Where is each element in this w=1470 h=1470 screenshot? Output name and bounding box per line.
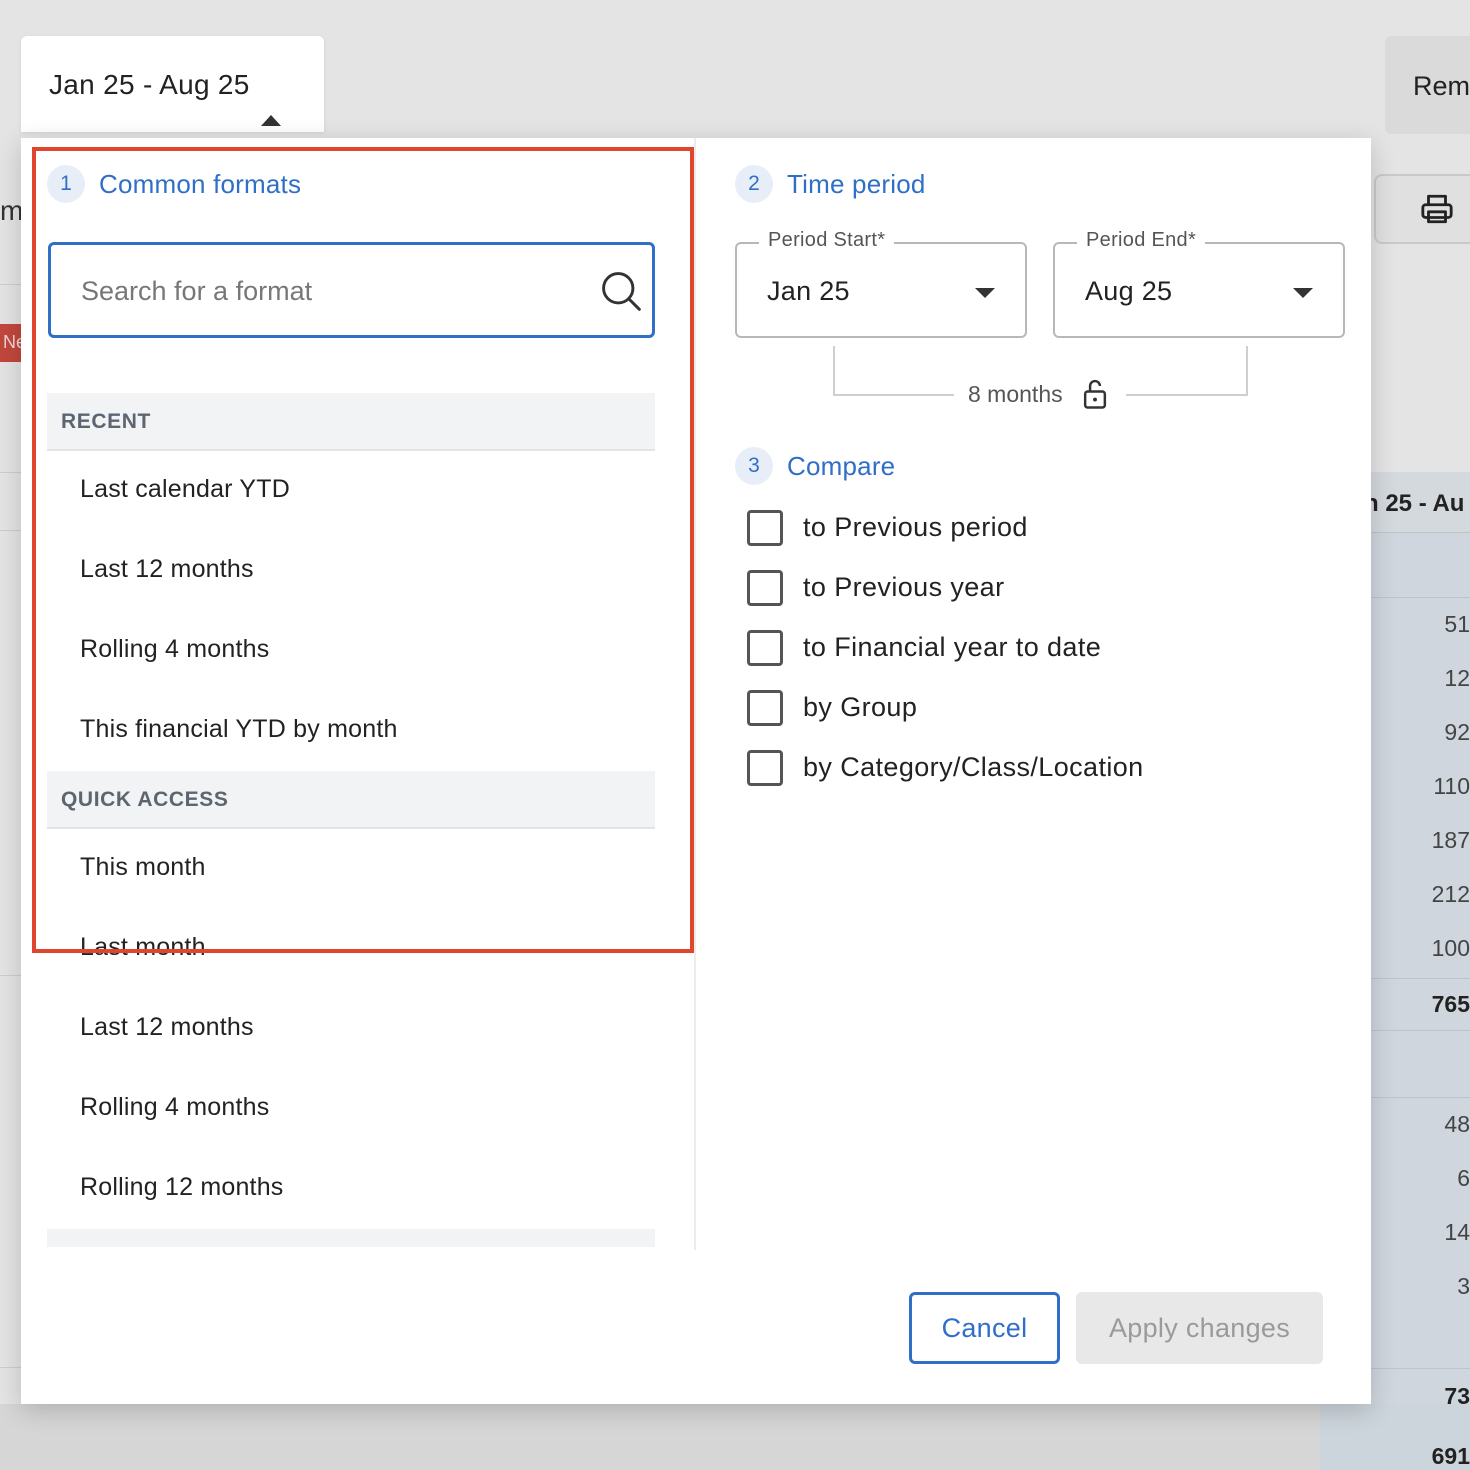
background-divider (1370, 1030, 1470, 1031)
background-divider (1370, 532, 1470, 533)
compare-option-label: by Group (803, 692, 918, 722)
cancel-button[interactable]: Cancel (909, 1292, 1060, 1364)
background-divider (0, 530, 22, 531)
date-range-label: Jan 25 - Aug 25 (49, 69, 250, 100)
format-item[interactable]: This month (47, 829, 655, 909)
background-divider (0, 975, 22, 976)
format-item[interactable]: Last month (47, 909, 655, 989)
format-item[interactable]: Rolling 4 months (47, 1069, 655, 1149)
section-heading-recent: RECENT (47, 393, 655, 451)
background-divider (0, 284, 22, 285)
background-divider (1370, 1368, 1470, 1369)
section-heading-next (47, 1229, 655, 1247)
checkbox[interactable] (747, 690, 783, 726)
background-value: 92 (1444, 719, 1470, 745)
compare-option-label: by Category/Class/Location (803, 752, 1144, 782)
printer-icon (1421, 194, 1453, 224)
period-start-value: Jan 25 (767, 276, 850, 306)
format-search-input[interactable] (81, 271, 581, 311)
format-item[interactable]: This financial YTD by month (47, 691, 655, 771)
format-search-box[interactable] (48, 242, 655, 338)
unlock-icon[interactable] (1082, 378, 1108, 410)
background-value: 6 (1457, 1165, 1470, 1191)
chevron-down-icon (975, 288, 995, 298)
format-item[interactable]: Last 12 months (47, 989, 655, 1069)
background-value: 187 (1431, 827, 1470, 853)
checkbox[interactable] (747, 750, 783, 786)
time-period-title: Time period (787, 169, 926, 199)
period-start-label: Period Start* (759, 229, 895, 252)
period-duration-label: 8 months (968, 381, 1063, 407)
period-start-select[interactable]: Period Start* Jan 25 (735, 229, 1027, 338)
section-heading-quick-access: QUICK ACCESS (47, 771, 655, 829)
compare-option-label: to Previous period (803, 512, 1028, 542)
background-value: 212 (1431, 881, 1470, 907)
background-total: 691 (1431, 1443, 1470, 1469)
background-left-text: m (0, 195, 24, 226)
background-value: 48 (1444, 1111, 1470, 1137)
background-column-header: n 25 - Au (1370, 472, 1470, 532)
background-total: 765 (1431, 991, 1470, 1017)
period-end-select[interactable]: Period End* Aug 25 (1053, 229, 1345, 338)
search-icon[interactable] (599, 269, 643, 313)
period-duration[interactable]: 8 months (954, 378, 1126, 414)
date-range-dialog: 1 Common formats RECENT Last calendar YT… (21, 138, 1371, 1404)
background-total: 73 (1444, 1383, 1470, 1409)
step-badge-2: 2 (735, 165, 773, 203)
chevron-down-icon (1293, 288, 1313, 298)
print-button[interactable] (1374, 174, 1470, 244)
format-item[interactable]: Rolling 12 months (47, 1149, 655, 1229)
background-top-button[interactable]: Rem (1385, 36, 1470, 134)
background-value: 12 (1444, 665, 1470, 691)
apply-changes-button[interactable]: Apply changes (1076, 1292, 1323, 1364)
column-divider (694, 138, 696, 1250)
period-end-label: Period End* (1077, 229, 1206, 252)
background-divider (1370, 978, 1470, 979)
background-value: 51 (1444, 611, 1470, 637)
date-range-trigger[interactable]: Jan 25 - Aug 25 (21, 36, 324, 132)
compare-title: Compare (787, 451, 896, 481)
background-footer-row (0, 1404, 1470, 1470)
period-end-value: Aug 25 (1085, 276, 1173, 306)
checkbox[interactable] (747, 630, 783, 666)
background-value: 110 (1433, 773, 1470, 799)
background-divider (1370, 597, 1470, 598)
checkbox[interactable] (747, 570, 783, 606)
format-list[interactable]: RECENT Last calendar YTD Last 12 months … (47, 393, 655, 1250)
compare-option-label: to Previous year (803, 572, 1005, 602)
background-divider (0, 472, 22, 473)
background-value: 14 (1444, 1219, 1470, 1245)
format-item[interactable]: Rolling 4 months (47, 611, 655, 691)
step-badge-1: 1 (47, 165, 85, 203)
background-divider (1370, 1097, 1470, 1098)
checkbox[interactable] (747, 510, 783, 546)
compare-option-label: to Financial year to date (803, 632, 1102, 662)
background-divider (0, 1367, 22, 1368)
format-item[interactable]: Last calendar YTD (47, 451, 655, 531)
caret-up-icon (261, 115, 281, 126)
common-formats-title: Common formats (99, 169, 302, 199)
background-value: 100 (1431, 935, 1470, 961)
format-item[interactable]: Last 12 months (47, 531, 655, 611)
step-badge-3: 3 (735, 447, 773, 485)
background-value: 3 (1457, 1273, 1470, 1299)
